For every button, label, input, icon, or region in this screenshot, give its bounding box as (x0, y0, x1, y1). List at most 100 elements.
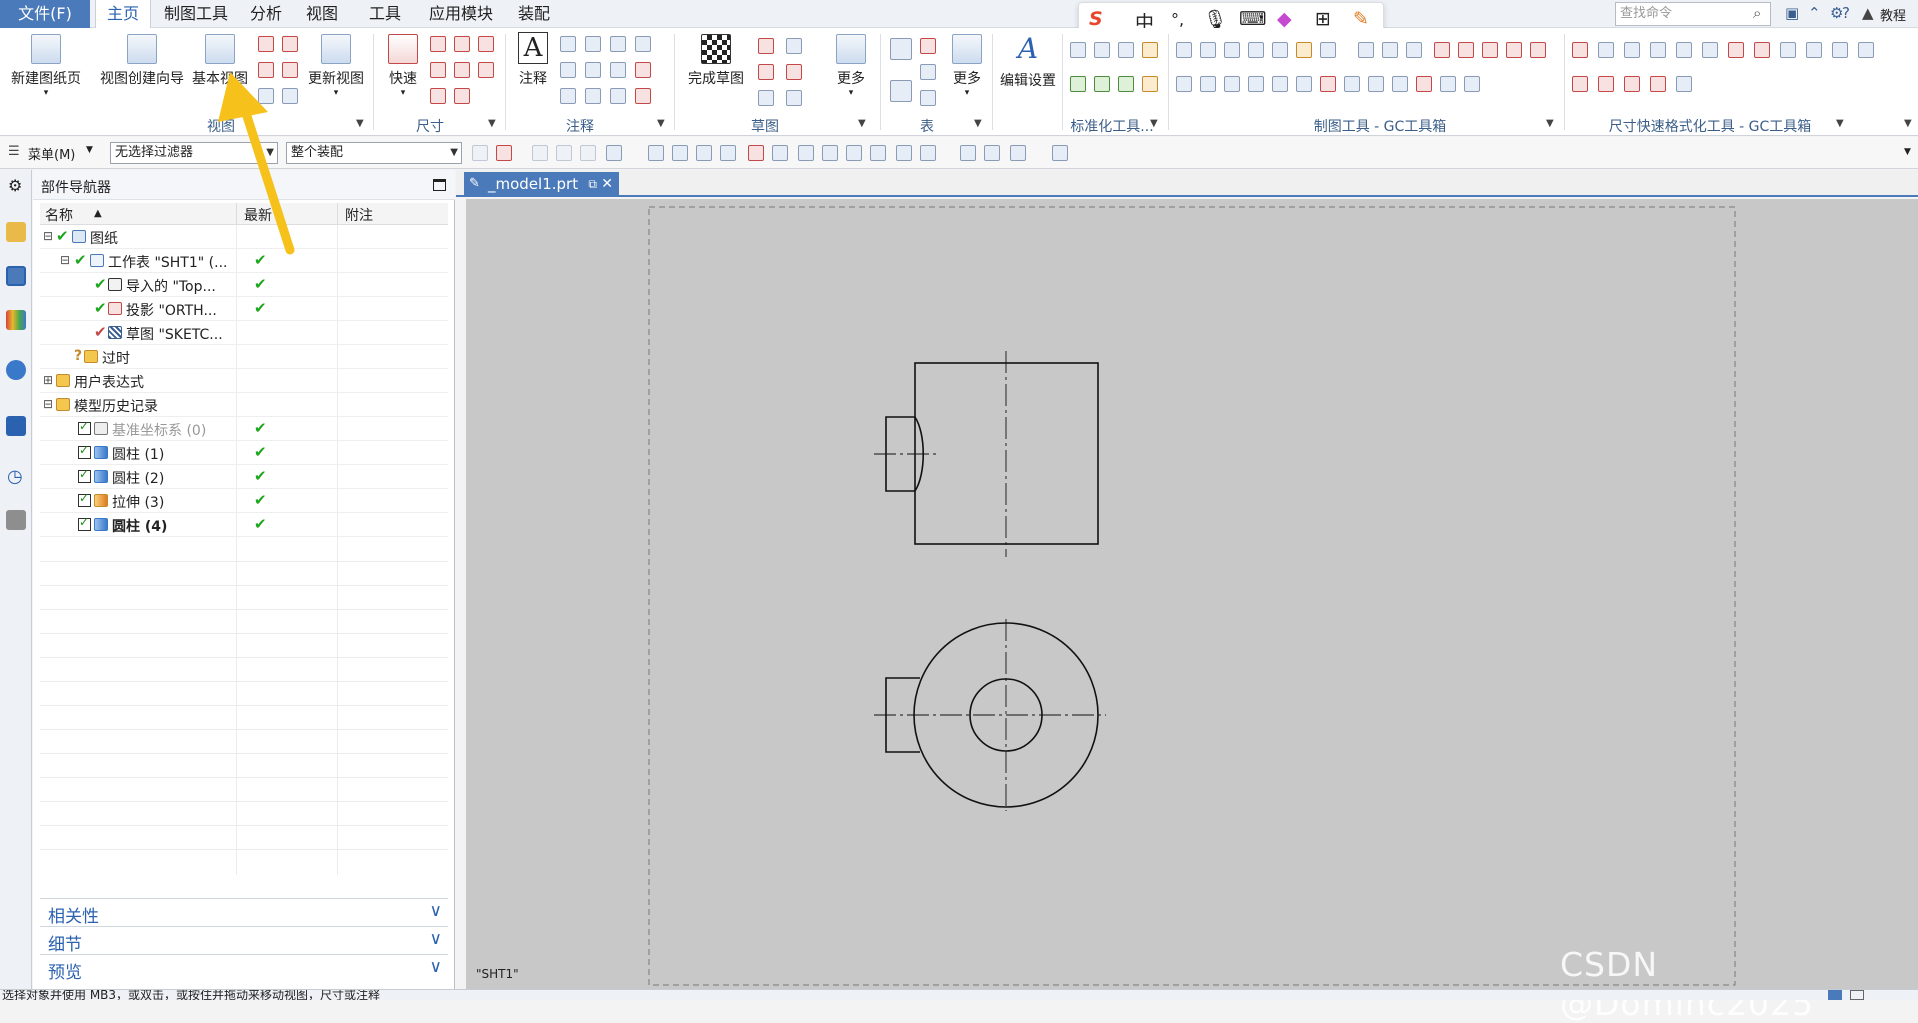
linear-dim-icon[interactable] (430, 36, 446, 52)
centerline-icon[interactable] (635, 36, 651, 52)
gc-tool-28-icon[interactable] (1464, 76, 1480, 92)
fmt-tool-1-icon[interactable] (1572, 42, 1588, 58)
snap-endpoint-icon[interactable] (648, 145, 664, 161)
std-tool-4-icon[interactable] (1142, 42, 1158, 58)
status-icon-1[interactable] (1828, 990, 1842, 1000)
profile-icon[interactable] (758, 38, 774, 54)
note-button[interactable]: A 注释 (510, 32, 556, 88)
section-view-icon[interactable] (282, 36, 298, 52)
view-display-icon[interactable] (984, 145, 1000, 161)
toolbar-options-dropdown[interactable]: ▼ (1904, 147, 1911, 157)
command-search-input[interactable]: 查找命令 (1615, 2, 1771, 26)
graduation-cap-icon[interactable]: ▲ (1862, 4, 1874, 22)
view-layout-icon[interactable] (1010, 145, 1026, 161)
menu-dropdown-icon[interactable]: ▼ (86, 145, 93, 155)
snap-tangent-icon[interactable] (896, 145, 912, 161)
fmt-tool-5-icon[interactable] (1676, 42, 1692, 58)
collapse-ribbon-icon[interactable]: ⌃ (1808, 4, 1821, 22)
reuse-library-icon[interactable] (6, 310, 26, 330)
gc-tool-21-icon[interactable] (1296, 76, 1312, 92)
visibility-checkbox[interactable] (78, 515, 91, 531)
gc-tool-27-icon[interactable] (1440, 76, 1456, 92)
gc-tool-24-icon[interactable] (1368, 76, 1384, 92)
file-menu[interactable]: 文件(F) (0, 0, 90, 28)
std-tool-7-icon[interactable] (1118, 76, 1134, 92)
group-annotation-dropdown[interactable]: ▼ (657, 118, 665, 129)
panel-details[interactable]: 细节 ∨ (40, 926, 448, 955)
tab-home[interactable]: 主页 (95, 0, 151, 29)
chevron-down-icon[interactable]: ∨ (430, 957, 442, 977)
group-std-tools-dropdown[interactable]: ▼ (1150, 118, 1158, 129)
help-icon[interactable]: ? (1842, 4, 1850, 22)
snap-quadrant-icon[interactable] (846, 145, 862, 161)
fmt-tool-2-icon[interactable] (1598, 42, 1614, 58)
group-sketch-dropdown[interactable]: ▼ (858, 118, 866, 129)
tree-row-extrude-3[interactable]: 拉伸 (3) ✔ (40, 489, 448, 513)
select-rect-icon[interactable] (606, 145, 622, 161)
group-gc-drafting-dropdown[interactable]: ▼ (1546, 118, 1554, 129)
snap-icon-4[interactable] (556, 145, 572, 161)
std-tool-5-icon[interactable] (1070, 76, 1086, 92)
angular-dim-icon[interactable] (478, 36, 494, 52)
tab-assembly[interactable]: 装配 (514, 0, 554, 28)
clock-icon[interactable]: ◷ (7, 466, 23, 487)
view-boundary-icon[interactable] (282, 88, 298, 104)
sort-ascending-icon[interactable]: ▲ (94, 208, 102, 219)
top-view[interactable] (874, 619, 1106, 811)
snap-line-icon[interactable] (696, 145, 712, 161)
menu-button[interactable]: 菜单(M) (28, 144, 75, 163)
tree-row-sketch[interactable]: ✔ 草图 "SKETC... (40, 321, 448, 345)
fmt-tool-4-icon[interactable] (1650, 42, 1666, 58)
snap-icon-2[interactable] (496, 145, 512, 161)
drawing-canvas[interactable] (466, 199, 1918, 990)
toolbox-icon[interactable]: ✎ (1353, 8, 1369, 30)
quick-dimension-button[interactable]: 快速 ▾ (378, 34, 428, 98)
fmt-tool-15-icon[interactable] (1624, 76, 1640, 92)
keyboard-icon[interactable]: ⌨ (1239, 8, 1266, 30)
skin-icon[interactable]: ◆ (1277, 8, 1292, 30)
arc-icon[interactable] (786, 64, 802, 80)
std-tool-3-icon[interactable] (1118, 42, 1134, 58)
gc-tool-9-icon[interactable] (1382, 42, 1398, 58)
line-icon[interactable] (758, 64, 774, 80)
gc-tool-7-icon[interactable] (1320, 42, 1336, 58)
tab-tools[interactable]: 工具 (365, 0, 405, 28)
gc-tool-5-icon[interactable] (1272, 42, 1288, 58)
visibility-checkbox[interactable] (78, 443, 91, 459)
chamfer-dim-icon[interactable] (430, 62, 446, 78)
gc-tool-22-icon[interactable] (1320, 76, 1336, 92)
tree-row-projected-view[interactable]: ✔ 投影 "ORTH... ✔ (40, 297, 448, 321)
region-fill-icon[interactable] (635, 88, 651, 104)
radial-dim-icon[interactable] (454, 36, 470, 52)
perimeter-dim-icon[interactable] (454, 88, 470, 104)
tab-applications[interactable]: 应用模块 (425, 0, 497, 28)
gc-tool-1-icon[interactable] (1176, 42, 1192, 58)
gc-tool-3-icon[interactable] (1224, 42, 1240, 58)
fmt-tool-13-icon[interactable] (1572, 76, 1588, 92)
new-sheet-button[interactable]: 新建图纸页 ▾ (6, 34, 86, 98)
table-note-icon[interactable] (890, 38, 912, 60)
chevron-down-icon[interactable]: ∨ (430, 929, 442, 949)
expand-toggle-icon[interactable]: ⊞ (43, 373, 53, 387)
group-table-dropdown[interactable]: ▼ (974, 118, 982, 129)
fmt-tool-6-icon[interactable] (1702, 42, 1718, 58)
std-tool-6-icon[interactable] (1094, 76, 1110, 92)
fmt-tool-11-icon[interactable] (1832, 42, 1848, 58)
search-annotation-icon[interactable] (560, 88, 576, 104)
std-tool-1-icon[interactable] (1070, 42, 1086, 58)
datum-feature-icon[interactable] (585, 36, 601, 52)
grid-menu-icon[interactable]: ⊞ (1315, 8, 1331, 30)
column-latest[interactable]: 最新 (244, 205, 272, 225)
tabular-note-icon[interactable] (890, 80, 912, 102)
web-browser-icon[interactable] (6, 360, 26, 380)
edit-settings-button[interactable]: A 编辑设置 (996, 32, 1060, 90)
fmt-tool-14-icon[interactable] (1598, 76, 1614, 92)
tree-row-cylinder-1[interactable]: 圆柱 (1) ✔ (40, 441, 448, 465)
gc-tool-13-icon[interactable] (1482, 42, 1498, 58)
tree-row-datum-csys[interactable]: 基准坐标系 (0) ✔ (40, 417, 448, 441)
point-icon[interactable] (786, 90, 802, 106)
tree-row-imported-view[interactable]: ✔ 导入的 "Top... ✔ (40, 273, 448, 297)
gc-tool-11-icon[interactable] (1434, 42, 1450, 58)
assembly-navigator-icon[interactable] (6, 222, 26, 242)
sketch-more-button[interactable]: 更多 ▾ (828, 34, 874, 98)
